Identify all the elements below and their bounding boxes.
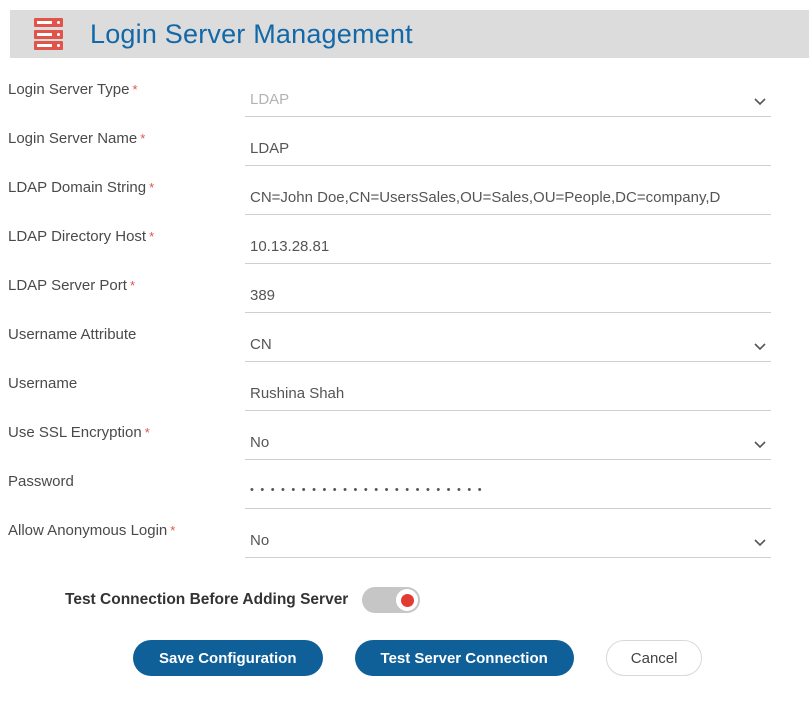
field-row-login-server-name: Login Server Name* LDAP	[0, 117, 809, 166]
page-header: Login Server Management	[10, 10, 809, 58]
field-value: LDAP	[245, 140, 289, 165]
select-username-attribute[interactable]: CN	[245, 313, 771, 362]
required-asterisk: *	[145, 425, 150, 440]
field-row-ldap-directory-host: LDAP Directory Host* 10.13.28.81	[0, 215, 809, 264]
input-username[interactable]: Rushina Shah	[245, 362, 771, 411]
field-label: Username Attribute*	[8, 313, 245, 362]
field-row-use-ssl-encryption: Use SSL Encryption* No	[0, 411, 809, 460]
chevron-down-icon	[754, 539, 766, 547]
input-password[interactable]: •••••••••••••••••••••••	[245, 460, 771, 509]
field-row-username-attribute: Username Attribute* CN	[0, 313, 809, 362]
input-ldap-domain-string[interactable]: CN=John Doe,CN=UsersSales,OU=Sales,OU=Pe…	[245, 166, 771, 215]
field-row-password: Password* •••••••••••••••••••••••	[0, 460, 809, 509]
field-value: No	[245, 434, 269, 459]
field-value: CN	[245, 336, 272, 361]
field-label: Password*	[8, 460, 245, 509]
select-login-server-type: LDAP	[245, 68, 771, 117]
field-label: Login Server Type*	[8, 68, 245, 117]
select-use-ssl-encryption[interactable]: No	[245, 411, 771, 460]
field-value: •••••••••••••••••••••••	[245, 484, 488, 508]
field-row-username: Username* Rushina Shah	[0, 362, 809, 411]
field-label: Login Server Name*	[8, 117, 245, 166]
test-connection-row: Test Connection Before Adding Server	[0, 586, 809, 614]
test-server-connection-button[interactable]: Test Server Connection	[355, 640, 574, 676]
field-label: LDAP Server Port*	[8, 264, 245, 313]
required-asterisk: *	[149, 229, 154, 244]
field-label: Use SSL Encryption*	[8, 411, 245, 460]
field-row-ldap-server-port: LDAP Server Port* 389	[0, 264, 809, 313]
required-asterisk: *	[132, 82, 137, 97]
chevron-down-icon	[754, 98, 766, 106]
select-allow-anonymous-login[interactable]: No	[245, 509, 771, 558]
test-connection-toggle[interactable]	[362, 587, 420, 613]
required-asterisk: *	[149, 180, 154, 195]
chevron-down-icon	[754, 343, 766, 351]
field-label: LDAP Domain String*	[8, 166, 245, 215]
login-server-form: Login Server Type* LDAP Login Server Nam…	[0, 68, 809, 558]
required-asterisk: *	[140, 131, 145, 146]
field-value: 10.13.28.81	[245, 238, 329, 263]
field-value: LDAP	[245, 91, 289, 116]
cancel-button[interactable]: Cancel	[606, 640, 703, 676]
toggle-label: Test Connection Before Adding Server	[65, 591, 348, 609]
field-label: Username*	[8, 362, 245, 411]
input-login-server-name[interactable]: LDAP	[245, 117, 771, 166]
required-asterisk: *	[170, 523, 175, 538]
field-value: 389	[245, 287, 275, 312]
field-value: Rushina Shah	[245, 385, 344, 410]
chevron-down-icon	[754, 441, 766, 449]
field-value: CN=John Doe,CN=UsersSales,OU=Sales,OU=Pe…	[245, 189, 720, 214]
field-value: No	[245, 532, 269, 557]
field-row-ldap-domain-string: LDAP Domain String* CN=John Doe,CN=Users…	[0, 166, 809, 215]
field-row-allow-anonymous-login: Allow Anonymous Login* No	[0, 509, 809, 558]
field-label: Allow Anonymous Login*	[8, 509, 245, 558]
input-ldap-server-port[interactable]: 389	[245, 264, 771, 313]
required-asterisk: *	[130, 278, 135, 293]
page-title: Login Server Management	[90, 19, 413, 50]
field-label: LDAP Directory Host*	[8, 215, 245, 264]
toggle-knob	[396, 589, 418, 611]
server-icon	[34, 18, 63, 50]
input-ldap-directory-host[interactable]: 10.13.28.81	[245, 215, 771, 264]
field-row-login-server-type: Login Server Type* LDAP	[0, 68, 809, 117]
action-buttons: Save Configuration Test Server Connectio…	[133, 640, 809, 676]
save-configuration-button[interactable]: Save Configuration	[133, 640, 323, 676]
